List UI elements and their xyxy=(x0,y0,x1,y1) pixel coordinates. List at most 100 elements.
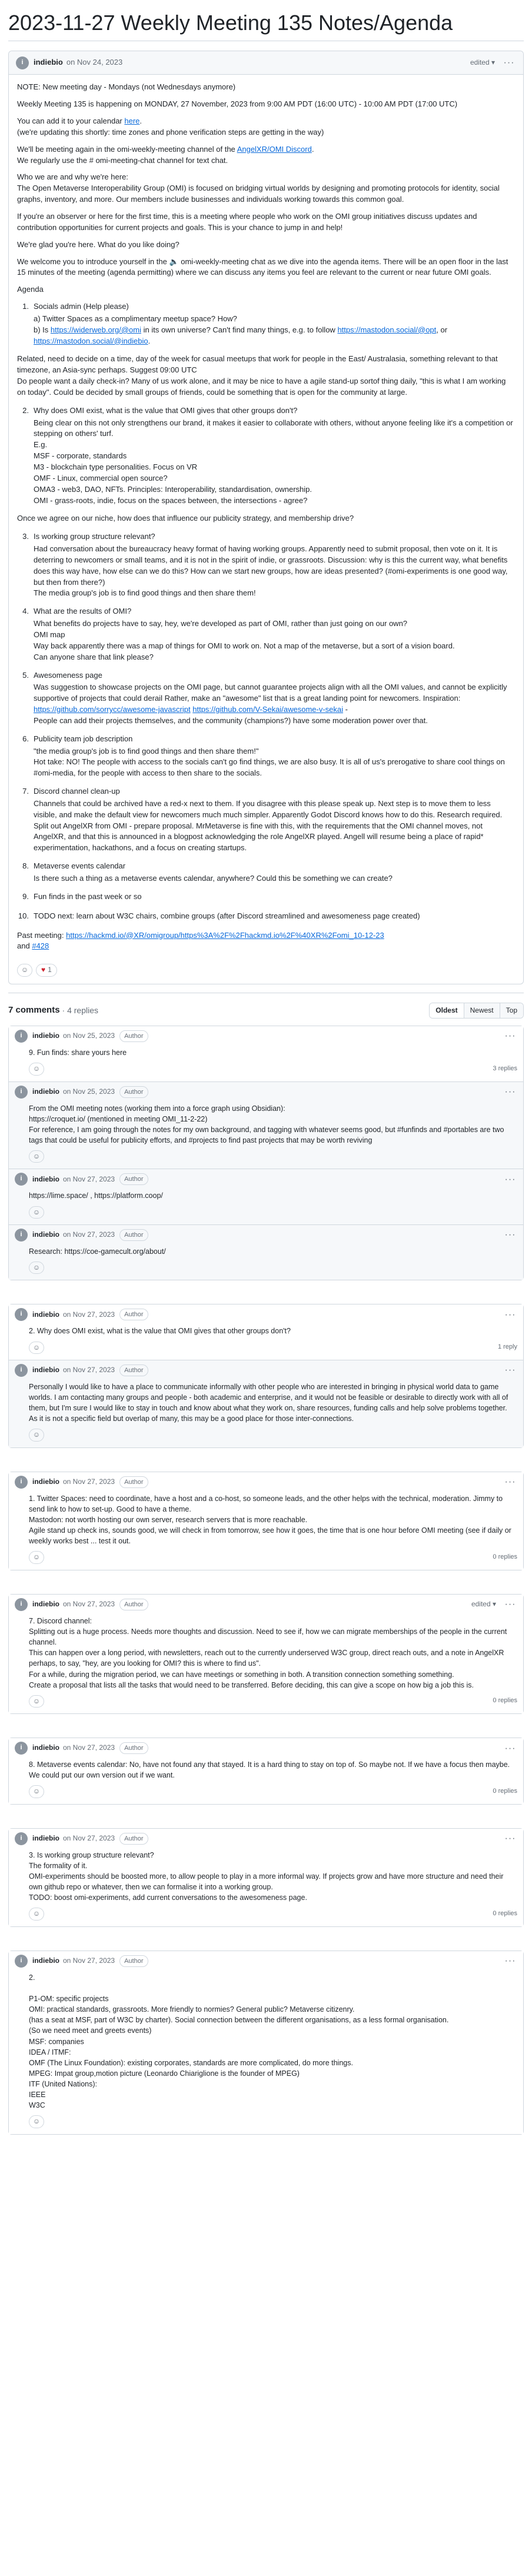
comment-menu-icon[interactable]: ··· xyxy=(503,1173,517,1186)
edited-indicator[interactable]: edited ▾ xyxy=(471,1599,496,1609)
comment-date[interactable]: on Nov 27, 2023 xyxy=(63,1599,115,1609)
author-badge: Author xyxy=(119,1742,148,1755)
comment-threads: i indiebio on Nov 25, 2023 Author ··· 9. Fun … xyxy=(8,1026,524,2135)
avatar[interactable]: i xyxy=(15,1597,28,1611)
comment-date[interactable]: on Nov 27, 2023 xyxy=(63,1230,115,1240)
issue-link[interactable]: #428 xyxy=(32,941,49,950)
comment-author[interactable]: indiebio xyxy=(32,1174,59,1184)
comment-menu-icon[interactable]: ··· xyxy=(503,1475,517,1489)
comment-menu-icon[interactable]: ··· xyxy=(503,1308,517,1322)
add-reaction-button[interactable]: ☺ xyxy=(29,2115,44,2128)
comment: i indiebio on Nov 27, 2023 Author ··· 8. Meta… xyxy=(9,1738,523,1804)
add-reaction-button[interactable]: ☺ xyxy=(29,1695,44,1708)
post-date[interactable]: on Nov 24, 2023 xyxy=(66,57,122,68)
avatar[interactable]: i xyxy=(15,1308,28,1322)
mastodon-link[interactable]: https://mastodon.social/@opt xyxy=(337,325,436,334)
add-reaction-button[interactable]: ☺ xyxy=(29,1785,44,1798)
reply-count: · 4 replies xyxy=(62,1006,99,1016)
comment-author[interactable]: indiebio xyxy=(32,1087,59,1097)
reply-count[interactable]: 0 replies xyxy=(493,1909,517,1919)
avatar[interactable]: i xyxy=(16,56,29,69)
comment-menu-icon[interactable]: ··· xyxy=(503,1085,517,1099)
comment-date[interactable]: on Nov 27, 2023 xyxy=(63,1956,115,1966)
past-meeting-link[interactable]: https://hackmd.io/@XR/omigroup/https%3A%… xyxy=(66,931,384,940)
comment-author[interactable]: indiebio xyxy=(32,1365,59,1375)
avatar[interactable]: i xyxy=(15,1228,28,1242)
agenda-item: 5. Awesomeness page Was suggestion to sh… xyxy=(22,670,507,725)
comment-footer: ☺ 3 replies xyxy=(9,1063,523,1081)
post-author[interactable]: indiebio xyxy=(34,57,63,68)
comment-date[interactable]: on Nov 27, 2023 xyxy=(63,1365,115,1375)
mastodon-link[interactable]: https://mastodon.social/@indiebio xyxy=(34,337,148,345)
comment-author[interactable]: indiebio xyxy=(32,1956,59,1966)
add-reaction-button[interactable]: ☺ xyxy=(29,1150,44,1163)
calendar-link[interactable]: here xyxy=(124,117,139,125)
comment-menu-icon[interactable]: ··· xyxy=(503,1832,517,1845)
reaction-button[interactable]: ♥ 1 xyxy=(36,964,57,977)
add-reaction-button[interactable]: ☺ xyxy=(29,1341,44,1354)
avatar[interactable]: i xyxy=(15,1085,28,1099)
agenda-item: 9. Fun finds in the past week or so xyxy=(22,891,142,901)
comment-menu-icon[interactable]: ··· xyxy=(503,1228,517,1242)
sort-oldest[interactable]: Oldest xyxy=(430,1003,464,1019)
comment-menu-icon[interactable]: ··· xyxy=(503,1029,517,1043)
reply-count[interactable]: 1 reply xyxy=(498,1343,517,1352)
discussion-post: i indiebio on Nov 24, 2023 edited ▾ ··· … xyxy=(8,51,524,984)
post-menu-icon[interactable]: ··· xyxy=(502,56,516,69)
comment-menu-icon[interactable]: ··· xyxy=(503,1742,517,1755)
add-reaction-button[interactable]: ☺ xyxy=(29,1262,44,1274)
comment-menu-icon[interactable]: ··· xyxy=(503,1363,517,1377)
comment-author[interactable]: indiebio xyxy=(32,1833,59,1843)
welcome-paragraph: We welcome you to introduce yourself in … xyxy=(17,257,508,277)
add-reaction-button[interactable]: ☺ xyxy=(29,1908,44,1921)
first-time-paragraph: If you're an observer or here for the fi… xyxy=(17,211,477,232)
sort-top[interactable]: Top xyxy=(499,1003,523,1019)
comment-author[interactable]: indiebio xyxy=(32,1310,59,1320)
post-body: NOTE: New meeting day - Mondays (not Wed… xyxy=(9,75,523,964)
add-reaction-button[interactable]: ☺ xyxy=(29,1206,44,1219)
widerweb-link[interactable]: https://widerweb.org/@omi xyxy=(51,325,141,334)
avatar[interactable]: i xyxy=(15,1954,28,1968)
niche-paragraph: Once we agree on our niche, how does tha… xyxy=(17,514,354,523)
avatar[interactable]: i xyxy=(15,1475,28,1489)
author-badge: Author xyxy=(119,1309,148,1321)
awesome-v-sekai-link[interactable]: https://github.com/V-Sekai/awesome-v-sek… xyxy=(192,705,343,714)
comment-menu-icon[interactable]: ··· xyxy=(503,1597,517,1611)
add-reaction-button[interactable]: ☺ xyxy=(29,1551,44,1564)
comment-body: Research: https://coe-gamecult.org/about… xyxy=(29,1247,166,1256)
avatar[interactable]: i xyxy=(15,1832,28,1845)
add-reaction-button[interactable]: ☺ xyxy=(29,1429,44,1442)
discord-link[interactable]: AngelXR/OMI Discord xyxy=(237,145,312,154)
edited-indicator[interactable]: edited ▾ xyxy=(470,58,495,68)
reply-count[interactable]: 0 replies xyxy=(493,1787,517,1796)
comment-date[interactable]: on Nov 27, 2023 xyxy=(63,1743,115,1753)
reply-count[interactable]: 3 replies xyxy=(493,1064,517,1074)
comments-bar: 7 comments · 4 replies Oldest Newest Top xyxy=(8,992,524,1026)
comment-date[interactable]: on Nov 27, 2023 xyxy=(63,1174,115,1184)
comment-author[interactable]: indiebio xyxy=(32,1599,59,1609)
avatar[interactable]: i xyxy=(15,1363,28,1377)
comment-author[interactable]: indiebio xyxy=(32,1031,59,1041)
add-reaction-button[interactable]: ☺ xyxy=(17,964,32,977)
comment-menu-icon[interactable]: ··· xyxy=(503,1954,517,1968)
add-reaction-button[interactable]: ☺ xyxy=(29,1063,44,1076)
comment-date[interactable]: on Nov 27, 2023 xyxy=(63,1833,115,1843)
comment-author[interactable]: indiebio xyxy=(32,1230,59,1240)
related-paragraph: Related, need to decide on a time, day o… xyxy=(17,354,506,397)
heart-icon: ♥ xyxy=(41,966,46,974)
avatar[interactable]: i xyxy=(15,1173,28,1186)
comment-author[interactable]: indiebio xyxy=(32,1477,59,1487)
comment-header: i indiebio on Nov 27, 2023 Author ··· xyxy=(9,1829,523,1849)
reply-count[interactable]: 0 replies xyxy=(493,1553,517,1562)
comment-date[interactable]: on Nov 25, 2023 xyxy=(63,1031,115,1041)
sort-newest[interactable]: Newest xyxy=(463,1003,500,1019)
avatar[interactable]: i xyxy=(15,1030,28,1043)
awesome-javascript-link[interactable]: https://github.com/sorrycc/awesome-javas… xyxy=(34,705,191,714)
comment-date[interactable]: on Nov 27, 2023 xyxy=(63,1477,115,1487)
comment-date[interactable]: on Nov 27, 2023 xyxy=(63,1310,115,1320)
reply-count[interactable]: 0 replies xyxy=(493,1696,517,1706)
comment-date[interactable]: on Nov 25, 2023 xyxy=(63,1087,115,1097)
avatar[interactable]: i xyxy=(15,1742,28,1755)
comment-author[interactable]: indiebio xyxy=(32,1743,59,1753)
past-meeting: Past meeting: https://hackmd.io/@XR/omig… xyxy=(17,930,384,951)
